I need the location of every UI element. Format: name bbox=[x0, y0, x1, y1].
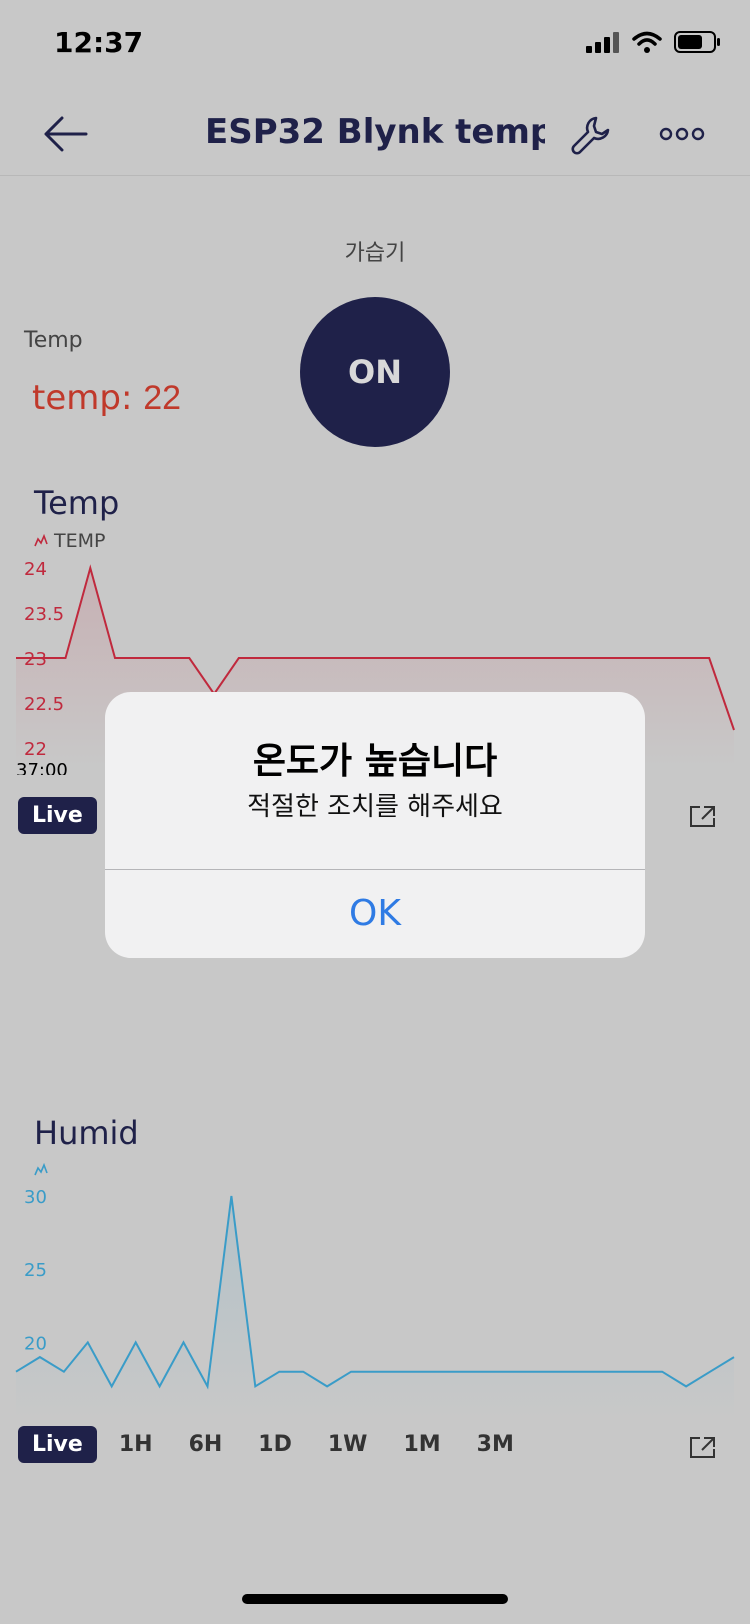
status-icons bbox=[586, 30, 722, 54]
humid-chart-title: Humid bbox=[34, 1114, 139, 1152]
humid-range-live[interactable]: Live bbox=[18, 1426, 97, 1463]
alert-dialog: 온도가 높습니다 적절한 조치를 해주세요 OK bbox=[105, 692, 645, 958]
battery-icon bbox=[674, 31, 720, 53]
humid-range-1h[interactable]: 1H bbox=[105, 1426, 167, 1463]
humid-legend bbox=[34, 1163, 48, 1177]
y-tick-label: 24 bbox=[24, 559, 47, 580]
humid-expand-icon[interactable] bbox=[688, 1434, 718, 1460]
x-tick-label: 37:00 bbox=[16, 760, 68, 775]
alert-ok-button[interactable]: OK bbox=[105, 870, 645, 958]
temp-expand-icon[interactable] bbox=[688, 803, 718, 829]
humid-range-1d[interactable]: 1D bbox=[244, 1426, 306, 1463]
y-tick-label: 23.5 bbox=[24, 604, 64, 625]
app-header: ESP32 Blynk temp... bbox=[0, 90, 750, 176]
temp-legend: TEMP bbox=[34, 530, 105, 552]
chart-legend-icon bbox=[34, 1163, 48, 1176]
humid-range-6h[interactable]: 6H bbox=[175, 1426, 237, 1463]
temp-legend-label: TEMP bbox=[54, 530, 106, 552]
y-tick-label: 25 bbox=[24, 1260, 47, 1281]
alert-message: 적절한 조치를 해주세요 bbox=[247, 792, 503, 822]
switch-label: 가습기 bbox=[344, 241, 406, 266]
humidifier-switch-button[interactable]: ON bbox=[300, 297, 450, 447]
switch-state: ON bbox=[348, 353, 402, 391]
status-bar: 12:37 bbox=[0, 0, 750, 90]
humid-range-1w[interactable]: 1W bbox=[314, 1426, 382, 1463]
humid-range-bar: Live 1H 6H 1D 1W 1M 3M bbox=[18, 1426, 536, 1463]
y-tick-label: 22.5 bbox=[24, 694, 64, 715]
temp-widget-label: Temp bbox=[24, 328, 83, 353]
temp-value: 22 bbox=[143, 379, 182, 417]
temp-chart-title: Temp bbox=[34, 484, 120, 522]
humid-range-3m[interactable]: 3M bbox=[463, 1426, 528, 1463]
humid-range-1m[interactable]: 1M bbox=[389, 1426, 454, 1463]
temp-range-bar: Live bbox=[18, 797, 105, 834]
series-line bbox=[15, 1195, 735, 1390]
y-tick-label: 23 bbox=[24, 649, 47, 670]
temp-prefix: temp: bbox=[32, 378, 133, 418]
humid-chart: 30 25 20 bbox=[15, 1187, 735, 1420]
y-tick-label: 22 bbox=[24, 739, 47, 760]
home-indicator bbox=[242, 1594, 508, 1604]
wifi-icon bbox=[632, 31, 662, 53]
chart-legend-icon bbox=[34, 534, 48, 547]
series-area bbox=[16, 1196, 734, 1420]
y-tick-label: 30 bbox=[24, 1187, 47, 1208]
status-time: 12:37 bbox=[54, 26, 144, 59]
y-tick-label: 20 bbox=[24, 1333, 47, 1354]
page-title: ESP32 Blynk temp... bbox=[205, 112, 545, 152]
temp-range-live[interactable]: Live bbox=[18, 797, 97, 834]
wrench-icon[interactable] bbox=[568, 112, 616, 160]
back-arrow-icon[interactable] bbox=[40, 112, 90, 156]
alert-title: 온도가 높습니다 bbox=[252, 741, 498, 782]
temp-value-display: temp: 22 bbox=[32, 378, 181, 418]
more-icon[interactable] bbox=[658, 120, 706, 148]
signal-icon bbox=[586, 32, 619, 53]
